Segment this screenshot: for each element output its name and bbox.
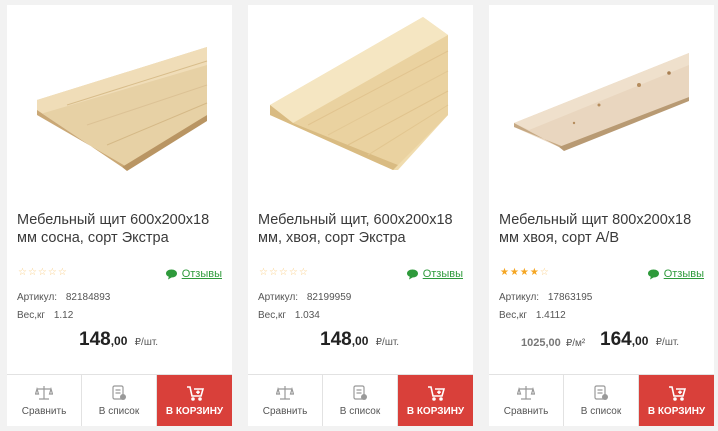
add-to-cart-button[interactable]: В КОРЗИНУ [157,375,232,426]
scales-icon [517,385,535,400]
reviews-link[interactable]: Отзывы [165,268,222,280]
add-to-list-button[interactable]: В список [82,375,157,426]
product-card: Мебельный щит, 600x200x18 мм, хвоя, сорт… [248,5,473,426]
rating-stars: ☆☆☆☆☆ [18,267,68,278]
price-cents: ,00 [631,334,649,348]
card-actions: Сравнить В список В КОРЗИНУ [489,374,714,426]
sku-line: Артикул: 17863195 [499,292,592,303]
rating-stars: ★★★★☆ [500,267,550,278]
reviews-label: Отзывы [181,268,222,280]
compare-button[interactable]: Сравнить [7,375,82,426]
card-actions: Сравнить В список В КОРЗИНУ [7,374,232,426]
product-image[interactable] [7,5,232,195]
sku-line: Артикул: 82199959 [258,292,351,303]
cart-icon [427,385,445,401]
list-label: В список [98,405,140,417]
product-title[interactable]: Мебельный щит, 600x200x18 мм, хвоя, сорт… [258,211,468,247]
cart-label: В КОРЗИНУ [165,405,224,417]
price: 148,00 ₽/шт. [79,329,158,351]
sku-value: 17863195 [547,292,593,303]
weight-line: Вес,кг 1.12 [17,310,73,321]
cart-icon [668,385,686,401]
card-actions: Сравнить В список В КОРЗИНУ [248,374,473,426]
weight-label: Вес,кг [17,310,46,321]
price-main: 148 [320,329,352,350]
price-unit: ₽/шт. [375,337,400,348]
price-row: 1025,00 ₽/м² 164,00 ₽/шт. [489,329,714,359]
list-add-icon [594,384,608,400]
weight-label: Вес,кг [258,310,287,321]
price-cents: ,00 [110,334,128,348]
list-add-icon [353,384,367,400]
alt-price-unit: ₽/м² [565,338,586,349]
compare-label: Сравнить [503,405,549,417]
price-unit: ₽/шт. [134,337,159,348]
sku-label: Артикул: [499,292,540,303]
rating-stars: ☆☆☆☆☆ [259,267,309,278]
reviews-link[interactable]: Отзывы [647,268,704,280]
cart-label: В КОРЗИНУ [406,405,465,417]
add-to-cart-button[interactable]: В КОРЗИНУ [398,375,473,426]
weight-value: 1.12 [53,310,74,321]
star-empty-icon: ☆☆☆☆☆ [259,267,309,278]
chat-bubble-icon [406,269,418,279]
list-add-icon [112,384,126,400]
price: 164,00 ₽/шт. [600,329,679,351]
compare-label: Сравнить [262,405,308,417]
reviews-link[interactable]: Отзывы [406,268,463,280]
product-card: Мебельный щит 800x200x18 мм хвоя, сорт А… [489,5,714,426]
add-to-cart-button[interactable]: В КОРЗИНУ [639,375,714,426]
star-empty-icon: ☆☆☆☆☆ [18,267,68,278]
star-empty-icon: ☆ [539,267,550,278]
weight-value: 1.034 [294,310,320,321]
chat-bubble-icon [165,269,177,279]
scales-icon [276,385,294,400]
alt-price-value: 1025,00 [521,337,561,349]
sku-label: Артикул: [258,292,299,303]
product-grid: Мебельный щит 600x200x18 мм сосна, сорт … [0,0,718,431]
add-to-list-button[interactable]: В список [564,375,639,426]
sku-value: 82199959 [306,292,352,303]
price-per-m2: 1025,00 ₽/м² [521,337,585,349]
sku-value: 82184893 [65,292,111,303]
weight-label: Вес,кг [499,310,528,321]
sku-line: Артикул: 82184893 [17,292,110,303]
sku-label: Артикул: [17,292,58,303]
compare-label: Сравнить [21,405,67,417]
cart-label: В КОРЗИНУ [647,405,706,417]
compare-button[interactable]: Сравнить [489,375,564,426]
reviews-label: Отзывы [663,268,704,280]
product-image[interactable] [248,5,473,195]
price-row: 148,00 ₽/шт. [7,329,232,359]
price-main: 148 [79,329,111,350]
product-image[interactable] [489,5,714,195]
scales-icon [35,385,53,400]
price-cents: ,00 [351,334,369,348]
price-row: 148,00 ₽/шт. [248,329,473,359]
price-unit: ₽/шт. [655,337,680,348]
list-label: В список [339,405,381,417]
price-main: 164 [600,329,632,350]
cart-icon [186,385,204,401]
product-title[interactable]: Мебельный щит 800x200x18 мм хвоя, сорт А… [499,211,709,247]
weight-line: Вес,кг 1.4112 [499,310,566,321]
add-to-list-button[interactable]: В список [323,375,398,426]
compare-button[interactable]: Сравнить [248,375,323,426]
product-card: Мебельный щит 600x200x18 мм сосна, сорт … [7,5,232,426]
product-title[interactable]: Мебельный щит 600x200x18 мм сосна, сорт … [17,211,227,247]
weight-line: Вес,кг 1.034 [258,310,320,321]
weight-value: 1.4112 [535,310,566,321]
price: 148,00 ₽/шт. [320,329,399,351]
chat-bubble-icon [647,269,659,279]
star-filled-icon: ★★★★ [500,267,540,278]
list-label: В список [580,405,622,417]
reviews-label: Отзывы [422,268,463,280]
